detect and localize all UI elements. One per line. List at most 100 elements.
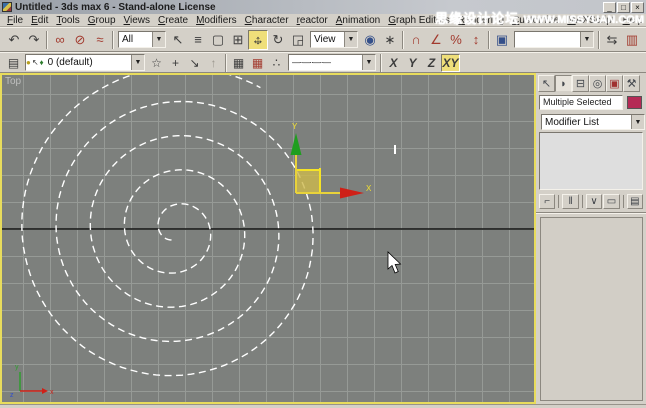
toolbar-separator [581, 194, 583, 208]
spinner-snap-toggle[interactable]: ↕ [466, 29, 486, 50]
set-current-layer-button[interactable]: ↑ [204, 53, 223, 72]
select-and-move-button[interactable]: ↔ ↕ [248, 29, 268, 50]
tab-hierarchy[interactable]: ⊟ [572, 75, 589, 92]
select-and-rotate-button[interactable]: ↻ [268, 29, 288, 50]
menu-animation[interactable]: Animation [332, 15, 384, 26]
align-button[interactable]: ▥ [622, 29, 642, 50]
transform-gizmo[interactable]: Y X [290, 122, 373, 199]
menu-group[interactable]: Group [84, 15, 120, 26]
configure-modifier-sets-button[interactable]: ▤ [626, 193, 644, 209]
undo-button[interactable]: ↶ [4, 29, 24, 50]
select-and-manipulate-button[interactable]: ∗ [380, 29, 400, 50]
modifier-list-dropdown[interactable]: Modifier List ▼ [541, 114, 645, 130]
select-by-name-button[interactable]: ≡ [188, 29, 208, 50]
chevron-down-icon[interactable]: ▼ [131, 55, 144, 70]
menu-character[interactable]: Character [241, 15, 293, 26]
create-new-layer-button[interactable]: ☆ [147, 53, 166, 72]
pin-stack-button[interactable]: ⌐ [539, 193, 556, 209]
select-objects-in-layer-button[interactable]: ↘ [185, 53, 204, 72]
restrict-z-button[interactable]: Z [422, 53, 441, 72]
rect-selection-region-button[interactable]: ▢ [208, 29, 228, 50]
use-pivot-center-button[interactable]: ◉ [360, 29, 380, 50]
viewport-top[interactable]: Y X x y z Top [0, 73, 536, 404]
menu-edit[interactable]: Edit [27, 15, 52, 26]
named-selection-dropdown[interactable]: ▼ [514, 31, 594, 48]
gizmo-y-label: Y [292, 122, 298, 131]
select-and-link-icon[interactable]: ∞ [50, 29, 70, 50]
make-unique-button[interactable]: ∨ [585, 193, 603, 209]
tab-modify[interactable]: ◗ [555, 75, 572, 92]
snap-3d-toggle[interactable]: ∩ [406, 29, 426, 50]
add-selection-to-layer-button[interactable]: + [166, 53, 185, 72]
menu-views[interactable]: Views [120, 15, 155, 26]
selection-filter-dropdown[interactable]: All ▼ [118, 31, 166, 48]
chevron-down-icon[interactable]: ▼ [631, 115, 644, 129]
menu-create[interactable]: Create [154, 15, 192, 26]
tab-create[interactable]: ↖ [538, 75, 555, 92]
menu-help[interactable]: Help [619, 15, 646, 26]
menu-graph-editors[interactable]: Graph Editors [384, 15, 454, 26]
modifier-stack-toolbar: ⌐ ‖ ∨ ▭ ▤ [539, 193, 644, 209]
tab-utilities[interactable]: ⚒ [623, 75, 640, 92]
menu-customize[interactable]: Customize [508, 15, 563, 26]
toolbar-separator [112, 30, 114, 49]
coordinate-system-dropdown[interactable]: View ▼ [310, 31, 358, 48]
tripod-x-arrowhead [42, 388, 48, 394]
spacing-tool-button[interactable]: ∴ [267, 53, 286, 72]
minimize-button[interactable]: _ [603, 1, 616, 13]
tab-display[interactable]: ▣ [606, 75, 623, 92]
show-end-result-button[interactable]: ‖ [562, 193, 579, 209]
object-name-field[interactable]: Multiple Selected [539, 94, 623, 110]
modifier-stack-list[interactable] [539, 132, 643, 190]
close-button[interactable]: × [631, 1, 644, 13]
current-layer-name: 0 (default) [47, 57, 93, 68]
toolbar-separator [402, 30, 404, 49]
layers-icon[interactable]: ▤ [4, 53, 23, 72]
tripod-x-label: x [50, 389, 54, 396]
helix-spline[interactable] [21, 75, 314, 377]
window-crossing-toggle[interactable]: ⊞ [228, 29, 248, 50]
menu-reactor[interactable]: reactor [293, 15, 332, 26]
chevron-down-icon[interactable]: ▼ [152, 32, 165, 47]
remove-modifier-button[interactable]: ▭ [603, 193, 620, 209]
percent-snap-toggle[interactable]: % [446, 29, 466, 50]
bottom-strip [0, 404, 646, 408]
rollout-area [540, 217, 643, 401]
viewport-label[interactable]: Top [5, 76, 21, 87]
toolbar-separator [380, 53, 382, 72]
restore-button[interactable]: □ [617, 1, 630, 13]
object-color-swatch[interactable] [627, 95, 642, 109]
menu-rendering[interactable]: Rendering [454, 15, 508, 26]
gizmo-x-arrowhead[interactable] [340, 187, 364, 199]
gizmo-y-arrowhead[interactable] [290, 133, 302, 155]
chevron-down-icon[interactable]: ▼ [580, 32, 593, 47]
bind-to-space-warp-icon[interactable]: ≈ [90, 29, 110, 50]
menu-modifiers[interactable]: Modifiers [192, 15, 241, 26]
layer-dropdown[interactable]: ● ↖ ♦ 0 (default) ▼ [25, 54, 145, 71]
title-bar: Untitled - 3ds max 6 - Stand-alone Licen… [0, 0, 646, 14]
chevron-down-icon[interactable]: ▼ [362, 55, 375, 70]
mirror-button[interactable]: ⇆ [602, 29, 622, 50]
toolbar-separator [622, 194, 624, 208]
angle-snap-toggle[interactable]: ∠ [426, 29, 446, 50]
restrict-x-button[interactable]: X [384, 53, 403, 72]
select-object-button[interactable]: ↖ [168, 29, 188, 50]
select-and-scale-button[interactable]: ◲ [288, 29, 308, 50]
restrict-xy-plane-button[interactable]: XY [441, 53, 460, 72]
menu-tools[interactable]: Tools [52, 15, 83, 26]
menu-maxscript[interactable]: MAXScript [563, 15, 618, 26]
menu-file[interactable]: File [3, 15, 27, 26]
array-button[interactable]: ▦ [248, 53, 267, 72]
command-panel-tabs: ↖ ◗ ⊟ ◎ ▣ ⚒ [538, 75, 640, 92]
tab-motion[interactable]: ◎ [589, 75, 606, 92]
main-toolbar: ↶ ↷ ∞ ⊘ ≈ All ▼ ↖ ≡ ▢ ⊞ ↔ ↕ ↻ ◲ View ▼ ◉… [0, 27, 646, 52]
redo-button[interactable]: ↷ [24, 29, 44, 50]
named-selection-sets-button[interactable]: ▣ [492, 29, 512, 50]
linetype-dropdown[interactable]: —··—··—··— ▼ [288, 54, 376, 71]
gizmo-xy-plane-handle[interactable] [296, 170, 320, 193]
unlink-selection-icon[interactable]: ⊘ [70, 29, 90, 50]
chevron-down-icon[interactable]: ▼ [344, 32, 357, 47]
restrict-y-button[interactable]: Y [403, 53, 422, 72]
layer-manager-button[interactable]: ▤ [642, 29, 646, 50]
snapshot-button[interactable]: ▦ [229, 53, 248, 72]
